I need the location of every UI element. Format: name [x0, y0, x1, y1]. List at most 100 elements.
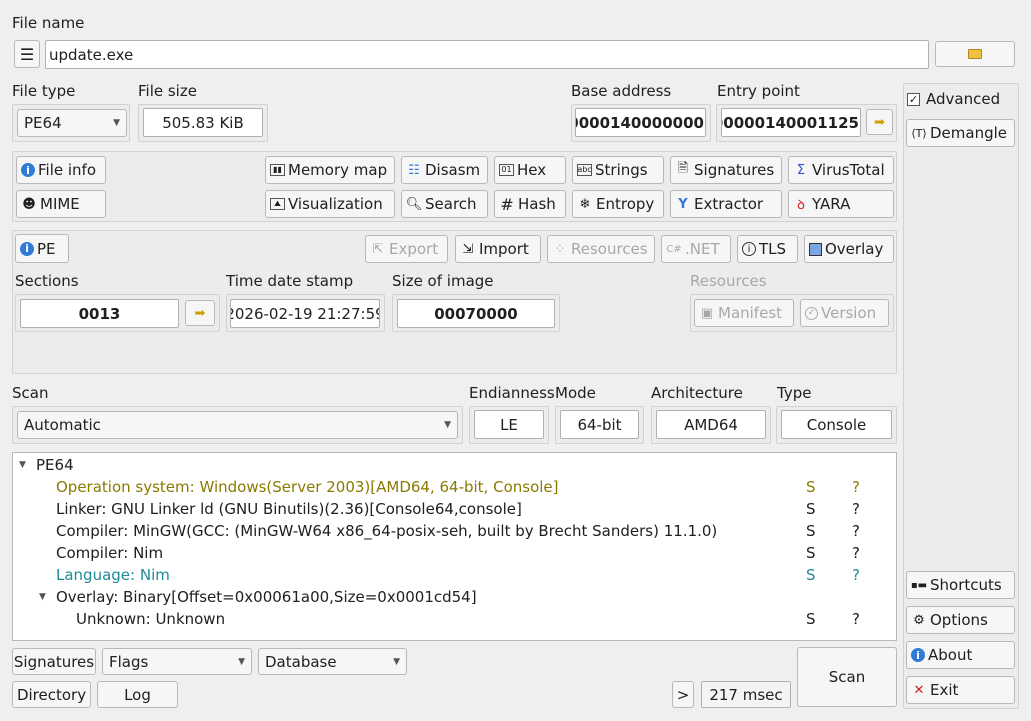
- result-row[interactable]: Compiler: Nim S?: [13, 542, 896, 564]
- import-icon: ⇲: [462, 241, 474, 257]
- advanced-checkbox[interactable]: ✓ Advanced: [907, 90, 1000, 108]
- tree-root-row[interactable]: ▼ PE64: [13, 454, 896, 476]
- result-row[interactable]: Language: Nim S?: [13, 564, 896, 586]
- directory-button[interactable]: Directory: [12, 681, 91, 708]
- signatures-bottom-button[interactable]: Signatures: [12, 648, 96, 675]
- export-label: Export: [389, 240, 439, 258]
- pe-label: PE: [37, 239, 56, 258]
- hash-button[interactable]: # Hash: [494, 190, 566, 218]
- import-button[interactable]: ⇲ Import: [455, 235, 541, 263]
- shortcuts-icon: ▪▬: [910, 579, 928, 591]
- shortcuts-button[interactable]: ▪▬ Shortcuts: [906, 571, 1015, 599]
- virustotal-label: VirusTotal: [812, 161, 885, 179]
- demangle-button[interactable]: ⟨T⟩ Demangle: [906, 119, 1015, 147]
- entry-point-field[interactable]: 0000000140001125: [721, 108, 861, 137]
- expand-arrow-icon[interactable]: ▼: [19, 460, 26, 470]
- hex-label: Hex: [517, 161, 547, 179]
- scan-button[interactable]: Scan: [797, 647, 897, 707]
- about-label: About: [928, 646, 973, 664]
- virustotal-button[interactable]: Σ VirusTotal: [788, 156, 894, 184]
- visualization-label: Visualization: [288, 195, 383, 213]
- net-label: .NET: [685, 240, 720, 258]
- strings-button[interactable]: abc Strings: [572, 156, 664, 184]
- net-button[interactable]: C# .NET: [661, 235, 731, 263]
- result-signature-link[interactable]: S: [806, 478, 816, 496]
- result-signature-link[interactable]: S: [806, 566, 816, 584]
- info-outline-icon: i: [742, 242, 756, 256]
- file-name-input[interactable]: update.exe: [45, 40, 929, 69]
- about-button[interactable]: i About: [906, 641, 1015, 669]
- expand-output-button[interactable]: >: [672, 681, 694, 708]
- options-button[interactable]: ⚙ Options: [906, 606, 1015, 634]
- result-signature-link[interactable]: S: [806, 500, 816, 518]
- result-info-link[interactable]: ?: [852, 478, 860, 496]
- file-list-button[interactable]: ☰: [14, 40, 40, 68]
- result-info-link[interactable]: ?: [852, 544, 860, 562]
- result-text: Unknown: Unknown: [76, 610, 226, 628]
- extractor-button[interactable]: Y Extractor: [670, 190, 782, 218]
- exit-button[interactable]: ✕ Exit: [906, 676, 1015, 704]
- open-file-button[interactable]: [935, 41, 1015, 67]
- shortcuts-label: Shortcuts: [930, 576, 1002, 594]
- export-button[interactable]: ⇱ Export: [365, 235, 448, 263]
- result-signature-link[interactable]: S: [806, 544, 816, 562]
- strings-label: Strings: [595, 161, 648, 179]
- disasm-button[interactable]: ☷ Disasm: [401, 156, 488, 184]
- base-address-field[interactable]: 0000000140000000: [575, 108, 706, 137]
- result-row[interactable]: Unknown: Unknown S?: [13, 608, 896, 630]
- resources-icon: ⁘: [554, 241, 566, 257]
- tls-label: TLS: [759, 240, 787, 258]
- yara-button[interactable]: ꝺ YARA: [788, 190, 894, 218]
- file-type-select[interactable]: PE64 ▼: [17, 109, 127, 137]
- database-select[interactable]: Database ▼: [258, 648, 407, 675]
- file-info-button[interactable]: i File info: [16, 156, 106, 184]
- pe-button[interactable]: i PE: [15, 234, 69, 263]
- scan-mode-select[interactable]: Automatic ▼: [17, 411, 458, 439]
- log-button[interactable]: Log: [97, 681, 178, 708]
- version-button[interactable]: ✓ Version: [800, 299, 889, 327]
- hex-button[interactable]: 01 Hex: [494, 156, 566, 184]
- timestamp-label: Time date stamp: [226, 272, 354, 290]
- checkmark-icon: ✓: [907, 92, 920, 106]
- flags-select[interactable]: Flags ▼: [102, 648, 252, 675]
- tls-button[interactable]: i TLS: [737, 235, 798, 263]
- chevron-down-icon: ▼: [444, 420, 451, 430]
- mode-field: 64-bit: [560, 410, 639, 439]
- result-signature-link[interactable]: S: [806, 610, 816, 628]
- tree-root-label: PE64: [36, 456, 74, 474]
- folder-icon: [968, 49, 982, 59]
- chevron-down-icon: ▼: [238, 656, 245, 667]
- sections-follow-button[interactable]: ➡: [185, 300, 215, 326]
- expand-arrow-icon[interactable]: ▼: [39, 592, 46, 602]
- signatures-button[interactable]: 🗎 Signatures: [670, 156, 782, 184]
- entry-point-follow-button[interactable]: ➡: [866, 109, 893, 135]
- document-icon: 🗎: [677, 161, 689, 176]
- size-of-image-field: 00070000: [397, 299, 555, 328]
- flags-value: Flags: [109, 652, 149, 671]
- mime-icon: ☻: [22, 196, 36, 212]
- hex-icon: 01: [499, 164, 514, 176]
- memory-map-button[interactable]: ▮▮ Memory map: [265, 156, 395, 184]
- options-label: Options: [930, 611, 988, 629]
- list-icon: ☰: [19, 44, 35, 64]
- result-info-link[interactable]: ?: [852, 522, 860, 540]
- result-row[interactable]: ▼ Overlay: Binary[Offset=0x00061a00,Size=…: [13, 586, 896, 608]
- resources-button[interactable]: ⁘ Resources: [547, 235, 655, 263]
- result-info-link[interactable]: ?: [852, 566, 860, 584]
- manifest-button[interactable]: ▣ Manifest: [694, 299, 794, 327]
- results-tree[interactable]: ▼ PE64 Operation system: Windows(Server …: [12, 452, 897, 641]
- search-button[interactable]: 🔍︎ Search: [401, 190, 488, 218]
- overlay-button[interactable]: Overlay: [804, 235, 894, 263]
- mime-button[interactable]: ☻ MIME: [16, 190, 106, 218]
- visualization-button[interactable]: ⛰ Visualization: [265, 190, 395, 218]
- result-row[interactable]: Compiler: MinGW(GCC: (MinGW-W64 x86_64-p…: [13, 520, 896, 542]
- disasm-icon: ☷: [408, 162, 420, 178]
- result-info-link[interactable]: ?: [852, 610, 860, 628]
- result-row[interactable]: Linker: GNU Linker ld (GNU Binutils)(2.3…: [13, 498, 896, 520]
- result-row[interactable]: Operation system: Windows(Server 2003)[A…: [13, 476, 896, 498]
- entropy-button[interactable]: ❄ Entropy: [572, 190, 664, 218]
- result-signature-link[interactable]: S: [806, 522, 816, 540]
- mode-label: Mode: [555, 384, 596, 402]
- result-info-link[interactable]: ?: [852, 500, 860, 518]
- result-text: Overlay: Binary[Offset=0x00061a00,Size=0…: [56, 588, 477, 606]
